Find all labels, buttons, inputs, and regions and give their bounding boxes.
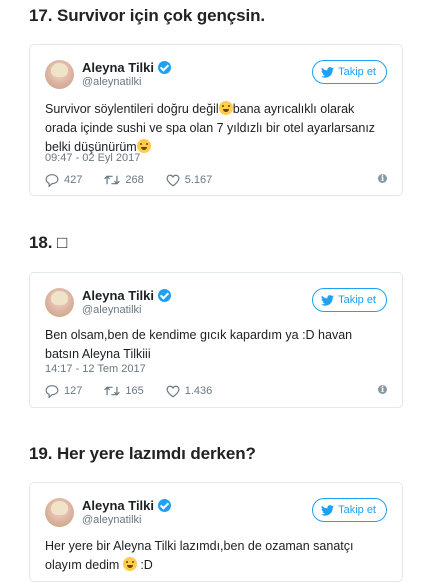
follow-label: Takip et xyxy=(338,66,376,78)
tweet-card[interactable]: Aleyna Tilki @aleynatilki Takip et Her y… xyxy=(29,482,403,582)
reply-icon xyxy=(45,173,59,187)
author-name-text: Aleyna Tilki xyxy=(82,60,155,75)
author-name-text: Aleyna Tilki xyxy=(82,288,155,303)
heart-icon xyxy=(166,385,180,397)
laughing-emoji-icon xyxy=(218,101,233,115)
retweet-count: 165 xyxy=(125,385,144,397)
author-name-text: Aleyna Tilki xyxy=(82,498,155,513)
like-action[interactable]: 1.436 xyxy=(166,385,213,398)
twitter-bird-icon xyxy=(321,504,335,516)
author-name[interactable]: Aleyna Tilki xyxy=(82,60,172,75)
tweet-text-part1: Her yere bir Aleyna Tilki lazımdı,ben de… xyxy=(45,539,354,572)
retweet-action[interactable]: 268 xyxy=(104,174,144,186)
retweet-action[interactable]: 165 xyxy=(104,385,144,397)
heading-19: 19. Her yere lazımdı derken? xyxy=(29,444,256,463)
winking-tongue-emoji-icon xyxy=(136,139,151,153)
verified-icon xyxy=(158,289,172,302)
author-name[interactable]: Aleyna Tilki xyxy=(82,498,172,513)
retweet-count: 268 xyxy=(125,174,144,186)
tweet-card[interactable]: Aleyna Tilki @aleynatilki Takip et Ben o… xyxy=(29,272,403,408)
reply-count: 127 xyxy=(64,385,83,397)
like-action[interactable]: 5.167 xyxy=(166,174,213,187)
follow-button[interactable]: Takip et xyxy=(312,288,387,312)
twitter-bird-icon xyxy=(321,294,335,306)
relieved-emoji-icon xyxy=(122,557,137,571)
author-name[interactable]: Aleyna Tilki xyxy=(82,288,172,303)
reply-count: 427 xyxy=(64,174,83,186)
reply-action[interactable]: 427 xyxy=(45,173,83,187)
tweet-text-part1: Survivor söylentileri doğru değil xyxy=(45,102,219,116)
info-icon[interactable] xyxy=(378,384,387,394)
follow-button[interactable]: Takip et xyxy=(312,60,387,84)
follow-button[interactable]: Takip et xyxy=(312,498,387,522)
avatar[interactable] xyxy=(45,498,74,527)
verified-icon xyxy=(158,499,172,512)
tweet-card[interactable]: Aleyna Tilki @aleynatilki Takip et Survi… xyxy=(29,44,403,196)
author-handle[interactable]: @aleynatilki xyxy=(82,304,141,316)
like-count: 5.167 xyxy=(184,174,213,186)
follow-label: Takip et xyxy=(338,294,376,306)
verified-icon xyxy=(158,61,172,74)
tweet-text: Ben olsam,ben de kendime gıcık kapardım … xyxy=(45,328,353,361)
reply-icon xyxy=(45,384,59,398)
heading-18: 18. □ xyxy=(29,233,68,252)
like-count: 1.436 xyxy=(184,385,213,397)
retweet-icon xyxy=(104,175,121,185)
reply-action[interactable]: 127 xyxy=(45,384,83,398)
tweet-text: Her yere bir Aleyna Tilki lazımdı,ben de… xyxy=(45,537,387,575)
tweet-text: Survivor söylentileri doğru değil bana ay… xyxy=(45,100,387,157)
tweet-text-part2: :D xyxy=(140,558,153,572)
tweet-timestamp[interactable]: 09:47 - 02 Eyl 2017 xyxy=(45,152,140,164)
follow-label: Takip et xyxy=(338,504,376,516)
twitter-bird-icon xyxy=(321,66,335,78)
heart-icon xyxy=(166,174,180,186)
heading-17: 17. Survivor için çok gençsin. xyxy=(29,6,266,25)
avatar[interactable] xyxy=(45,60,74,89)
retweet-icon xyxy=(104,386,121,396)
tweet-timestamp[interactable]: 14:17 - 12 Tem 2017 xyxy=(45,363,146,375)
info-icon[interactable] xyxy=(378,173,387,183)
tweet-actions: 427 268 5.167 xyxy=(45,172,387,188)
avatar[interactable] xyxy=(45,288,74,317)
author-handle[interactable]: @aleynatilki xyxy=(82,76,141,88)
author-handle[interactable]: @aleynatilki xyxy=(82,514,141,526)
tweet-actions: 127 165 1.436 xyxy=(45,383,387,399)
